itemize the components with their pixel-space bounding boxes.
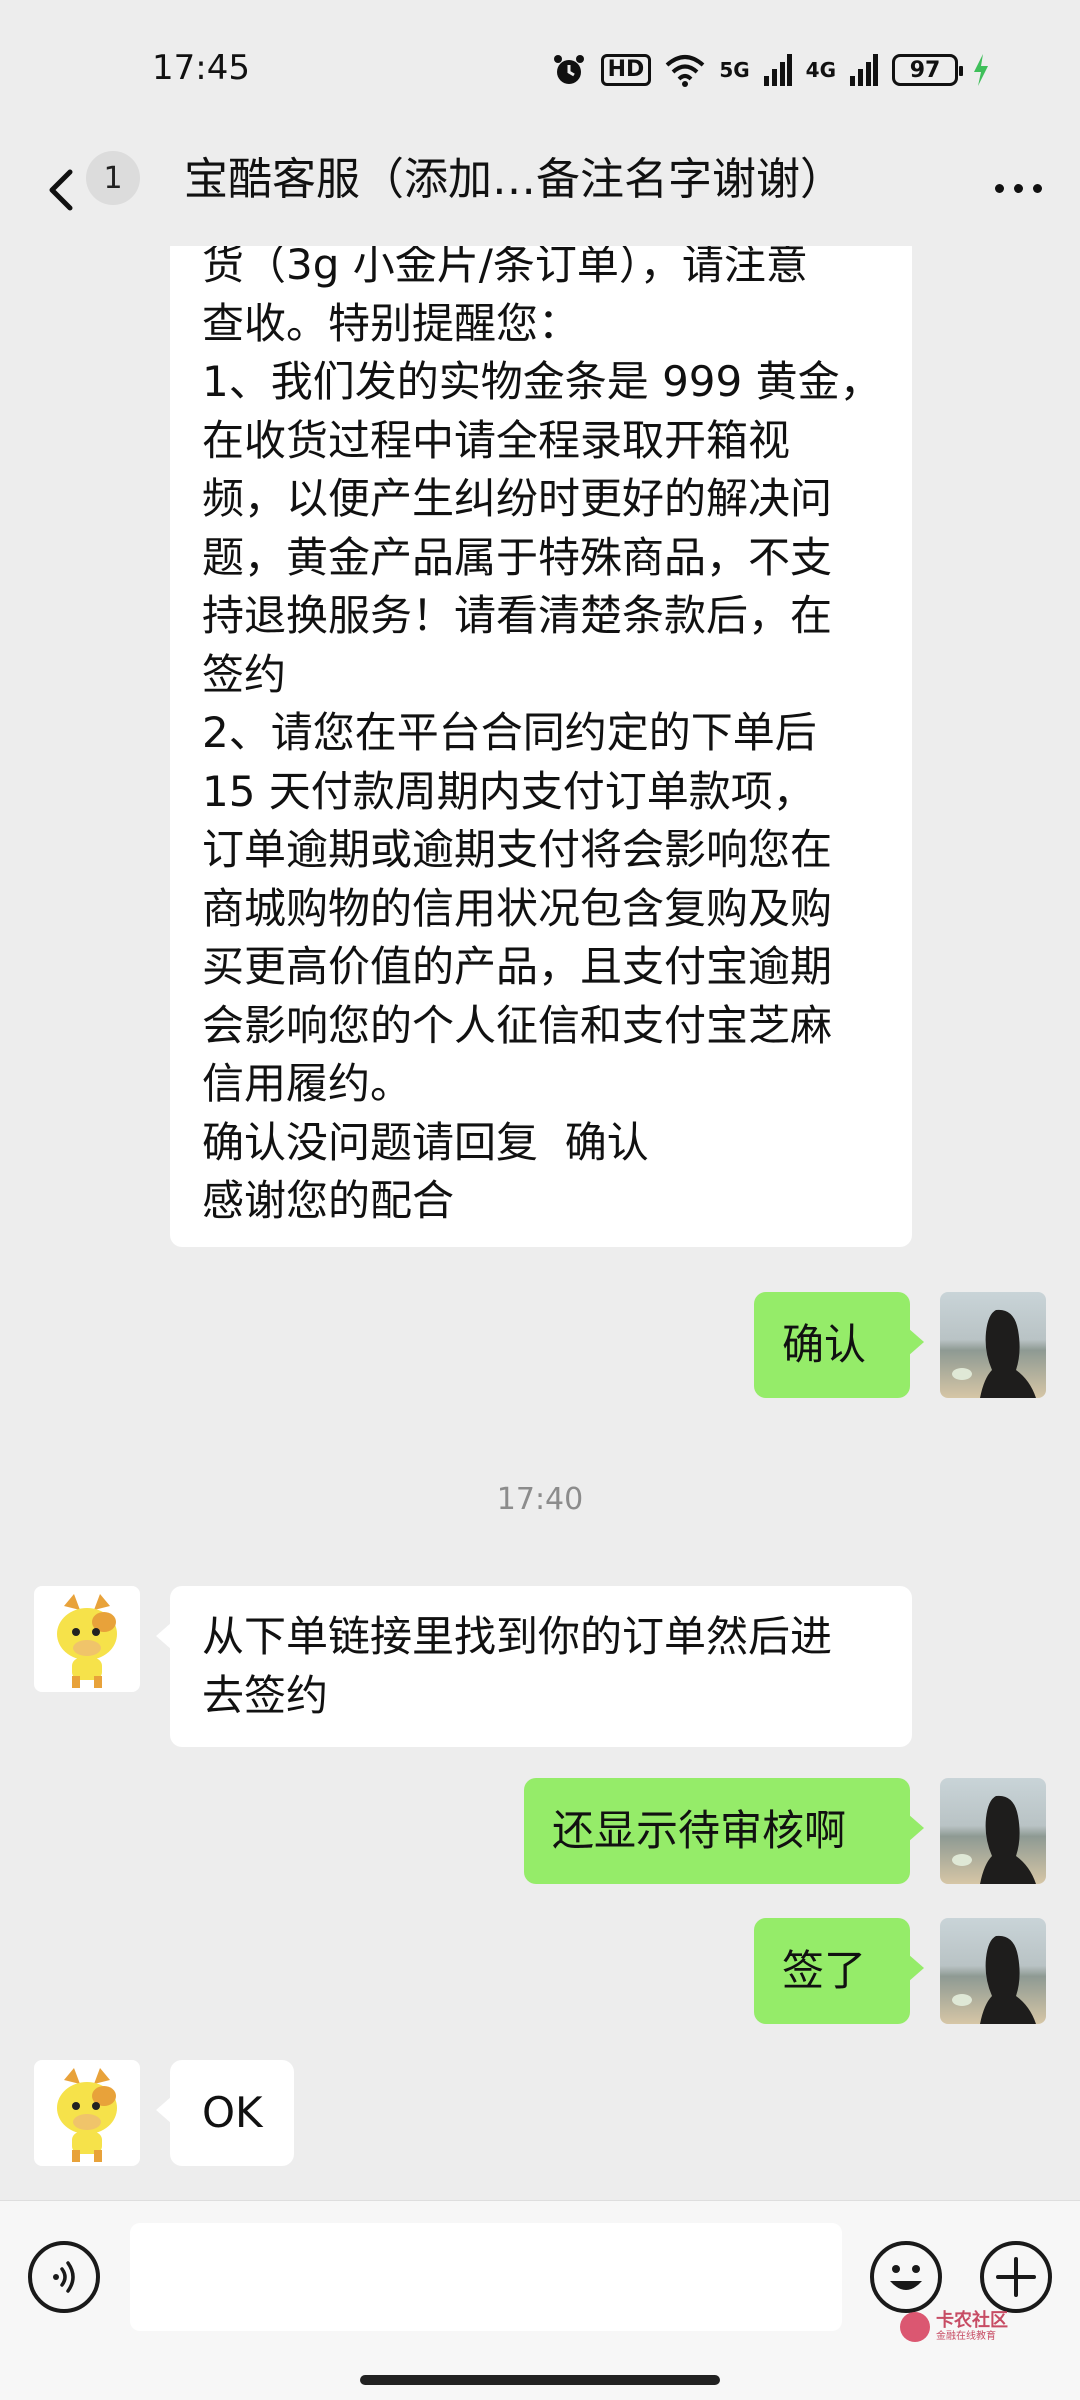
- message-text: OK: [202, 2087, 263, 2137]
- watermark-sub-text: 金融在线教育: [936, 2331, 996, 2342]
- watermark-logo-icon: [900, 2312, 930, 2342]
- message-bubble-incoming[interactable]: OK: [156, 2060, 294, 2166]
- status-icons: HD 5G 4G 97: [551, 50, 990, 90]
- 5g-signal-icon: 5G: [719, 58, 750, 82]
- chat-header: 1 宝酷客服（添加…备注名字谢谢）: [0, 140, 1080, 246]
- voice-button[interactable]: [28, 2241, 100, 2313]
- watermark-main-text: 卡农社区: [936, 2310, 1008, 2331]
- message-text: 还显示待审核啊: [552, 1805, 847, 1855]
- message-text: 确认: [782, 1319, 867, 1369]
- message-bubble-incoming[interactable]: 货（3g 小金片/条订单），请注意 查收。特别提醒您： 1、我们发的实物金条是 …: [170, 246, 912, 1247]
- watermark: 卡农社区 金融在线教育: [900, 2311, 1008, 2343]
- status-bar: 17:45 HD 5G 4G 97: [0, 0, 1080, 140]
- charging-icon: [974, 54, 988, 86]
- wifi-icon: [665, 55, 705, 87]
- message-bubble-outgoing[interactable]: 签了: [754, 1918, 924, 2024]
- more-dots-icon: [994, 183, 1004, 193]
- message-bubble-outgoing[interactable]: 还显示待审核啊: [524, 1778, 924, 1884]
- signal-bars-icon-2: [850, 54, 878, 86]
- my-avatar[interactable]: [940, 1918, 1046, 2024]
- cow-mascot-icon: [57, 1594, 117, 1688]
- input-bar: 卡农社区 金融在线教育: [0, 2200, 1080, 2400]
- message-input[interactable]: [130, 2223, 842, 2331]
- home-indicator[interactable]: [360, 2375, 720, 2385]
- message-bubble-incoming[interactable]: 从下单链接里找到你的订单然后进 去签约: [156, 1586, 912, 1747]
- plus-icon: [996, 2257, 1036, 2297]
- message-bubble-outgoing[interactable]: 确认: [754, 1292, 924, 1398]
- my-avatar[interactable]: [940, 1778, 1046, 1884]
- more-functions-button[interactable]: [980, 2241, 1052, 2313]
- message-text: 签了: [782, 1945, 867, 1995]
- battery-icon: 97: [892, 54, 963, 86]
- contact-avatar[interactable]: [34, 2060, 140, 2166]
- contact-avatar[interactable]: [34, 1586, 140, 1692]
- more-options-button[interactable]: [982, 158, 1054, 218]
- emoji-button[interactable]: [870, 2241, 942, 2313]
- voice-icon: [53, 2261, 75, 2293]
- emoji-icon: [890, 2265, 922, 2290]
- message-list[interactable]: 货（3g 小金片/条订单），请注意 查收。特别提醒您： 1、我们发的实物金条是 …: [0, 246, 1080, 2200]
- chat-title: 宝酷客服（添加…备注名字谢谢）: [184, 154, 844, 205]
- signal-bars-icon: [763, 54, 792, 86]
- person-photo-icon: [952, 1309, 1036, 1398]
- message-text: 货（3g 小金片/条订单），请注意 查收。特别提醒您： 1、我们发的实物金条是 …: [202, 246, 882, 1225]
- 4g-signal-icon: 4G: [805, 58, 836, 82]
- message-timestamp: 17:40: [496, 1482, 584, 1517]
- alarm-icon: [553, 55, 584, 84]
- message-text: 从下单链接里找到你的订单然后进 去签约: [202, 1612, 833, 1720]
- hd-icon: HD: [600, 54, 652, 86]
- cow-mascot-icon: [57, 2068, 117, 2162]
- unread-count-badge: 1: [86, 151, 140, 205]
- person-photo-icon: [952, 1935, 1036, 2024]
- status-time: 17:45: [152, 48, 250, 88]
- person-photo-icon: [952, 1795, 1036, 1884]
- my-avatar[interactable]: [940, 1292, 1046, 1398]
